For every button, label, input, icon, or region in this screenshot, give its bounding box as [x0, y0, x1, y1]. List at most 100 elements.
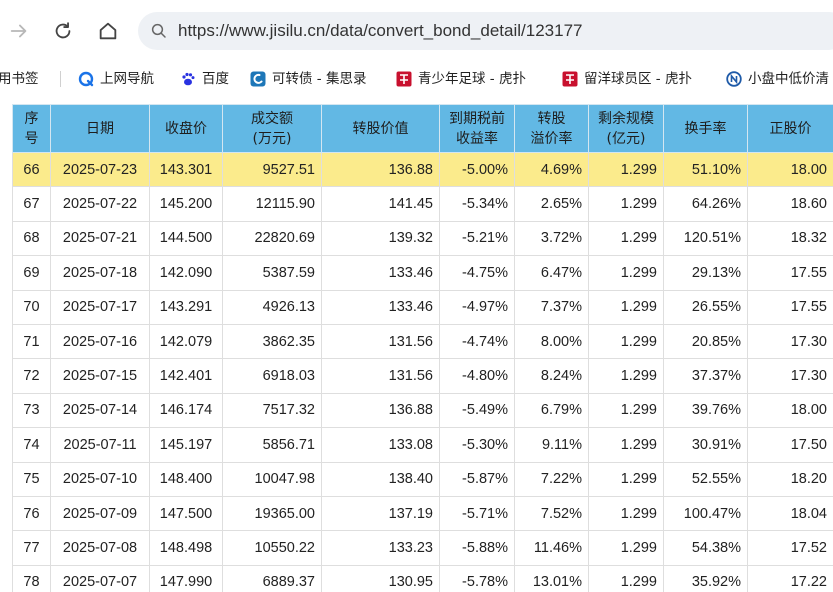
cell-conversion-value: 131.56 — [321, 358, 440, 394]
cell-conversion-value: 133.46 — [321, 255, 440, 291]
cell-turnover-rate: 35.92% — [663, 564, 748, 592]
header-col-conversion-value[interactable]: 转股价值 — [321, 104, 440, 153]
cell-ytm-pretax: -5.30% — [439, 427, 515, 463]
header-label: 收盘价 — [165, 120, 207, 137]
header-label: 到期税前 — [449, 110, 505, 127]
table-row[interactable]: 66 2025-07-23 143.301 9527.51 136.88 -5.00% 4.… — [12, 151, 833, 188]
cell-turnover-amount: 7517.32 — [222, 392, 322, 429]
bookmark-item[interactable]: 百度 — [180, 62, 229, 96]
cell-conversion-value: 141.45 — [321, 186, 440, 222]
bookmark-item[interactable]: 可转债 - 集思录 — [250, 62, 366, 96]
cell-stock-price: 17.50 — [747, 427, 833, 463]
cell-turnover-amount: 19365.00 — [222, 495, 322, 532]
forward-button[interactable] — [4, 16, 34, 46]
header-col-remaining-size[interactable]: 剩余规模 (亿元) — [588, 104, 664, 153]
header-col-stock-price[interactable]: 正股价 — [747, 104, 833, 153]
table-row[interactable]: 72 2025-07-15 142.401 6918.03 131.56 -4.80% 8.… — [12, 358, 833, 394]
cell-remaining-size: 1.299 — [588, 427, 664, 463]
bookmark-label: 可转债 - 集思录 — [272, 71, 367, 87]
cell-close-price: 142.401 — [149, 358, 223, 394]
header-label: 正股价 — [769, 120, 812, 137]
header-col-turnover-amount[interactable]: 成交额 (万元) — [222, 104, 322, 153]
header-col-date[interactable]: 日期 — [50, 104, 150, 153]
bookmark-item[interactable]: 上网导航 — [78, 62, 154, 96]
cell-stock-price: 17.55 — [747, 255, 833, 291]
cell-turnover-amount: 12115.90 — [222, 186, 322, 222]
cell-remaining-size: 1.299 — [588, 255, 664, 291]
address-bar[interactable]: https://www.jisilu.cn/data/convert_bond_… — [138, 12, 833, 50]
table-row[interactable]: 68 2025-07-21 144.500 22820.69 139.32 -5.21% 3… — [12, 220, 833, 257]
cell-turnover-rate: 54.38% — [663, 530, 748, 566]
table-row[interactable]: 67 2025-07-22 145.200 12115.90 141.45 -5.34% 2… — [12, 186, 833, 222]
home-button[interactable] — [93, 16, 123, 46]
cell-index: 71 — [12, 323, 51, 360]
table-row[interactable]: 69 2025-07-18 142.090 5387.59 133.46 -4.75% 6.… — [12, 255, 833, 291]
cell-ytm-pretax: -4.75% — [439, 255, 515, 291]
cell-conversion-value: 138.40 — [321, 461, 440, 497]
bookmark-item[interactable]: 小盘中低价清 — [726, 62, 829, 96]
home-icon — [99, 22, 117, 40]
header-col-index[interactable]: 序号 — [12, 104, 51, 153]
table-row[interactable]: 78 2025-07-07 147.990 6889.37 130.95 -5.78% 13… — [12, 564, 833, 592]
cell-index: 68 — [12, 220, 51, 257]
cell-stock-price: 17.52 — [747, 530, 833, 566]
browser-toolbar: https://www.jisilu.cn/data/convert_bond_… — [0, 0, 833, 62]
cell-close-price: 144.500 — [149, 220, 223, 257]
header-label: 转股价值 — [352, 120, 409, 137]
table-row[interactable]: 70 2025-07-17 143.291 4926.13 133.46 -4.97% 7.… — [12, 289, 833, 325]
cell-turnover-amount: 5856.71 — [222, 427, 322, 463]
cell-close-price: 145.200 — [149, 186, 223, 222]
cell-ytm-pretax: -4.74% — [439, 323, 515, 360]
cell-date: 2025-07-08 — [50, 530, 150, 566]
header-col-turnover-rate[interactable]: 换手率 — [663, 104, 748, 153]
table-row[interactable]: 74 2025-07-11 145.197 5856.71 133.08 -5.30% 9.… — [12, 427, 833, 463]
cell-turnover-amount: 6889.37 — [222, 564, 322, 592]
table-row[interactable]: 75 2025-07-10 148.400 10047.98 138.40 -5.87% 7… — [12, 461, 833, 497]
cell-stock-price: 18.32 — [747, 220, 833, 257]
cell-turnover-amount: 22820.69 — [222, 220, 322, 257]
cell-conversion-premium: 7.52% — [514, 495, 589, 532]
cell-turnover-rate: 30.91% — [663, 427, 748, 463]
cell-turnover-rate: 20.85% — [663, 323, 748, 360]
cell-conversion-premium: 4.69% — [514, 151, 589, 188]
cell-index: 77 — [12, 530, 51, 566]
cell-turnover-amount: 9527.51 — [222, 151, 322, 188]
bookmark-item[interactable]: 留洋球员区 - 虎扑 — [562, 62, 692, 96]
cell-index: 74 — [12, 427, 51, 463]
cell-turnover-rate: 26.55% — [663, 289, 748, 325]
header-col-ytm-pretax[interactable]: 到期税前 收益率 — [439, 104, 515, 153]
cell-conversion-premium: 7.22% — [514, 461, 589, 497]
search-icon — [151, 23, 166, 38]
cell-ytm-pretax: -5.00% — [439, 151, 515, 188]
cell-close-price: 142.090 — [149, 255, 223, 291]
bookmark-item[interactable]: 用书签 — [0, 62, 39, 96]
header-col-close-price[interactable]: 收盘价 — [149, 104, 223, 153]
bond-history-table-container[interactable]: 序号日期 收盘价 成交额 (万元) 转股价值 到期税前 收益率 转股 溢价率 剩余规模 (亿元) 换手… — [12, 104, 833, 592]
cell-index: 67 — [12, 186, 51, 222]
cell-conversion-value: 131.56 — [321, 323, 440, 360]
table-row[interactable]: 71 2025-07-16 142.079 3862.35 131.56 -4.74% 8.… — [12, 323, 833, 360]
cell-date: 2025-07-22 — [50, 186, 150, 222]
cell-conversion-premium: 8.00% — [514, 323, 589, 360]
reload-button[interactable] — [48, 16, 78, 46]
header-label: 序 — [24, 110, 39, 127]
cell-stock-price: 18.20 — [747, 461, 833, 497]
cell-remaining-size: 1.299 — [588, 358, 664, 394]
url-text[interactable]: https://www.jisilu.cn/data/convert_bond_… — [178, 12, 582, 50]
cell-conversion-premium: 6.47% — [514, 255, 589, 291]
table-row[interactable]: 77 2025-07-08 148.498 10550.22 133.23 -5.88% 1… — [12, 530, 833, 566]
bookmark-label: 青少年足球 - 虎扑 — [418, 71, 526, 87]
bookmark-item[interactable]: 青少年足球 - 虎扑 — [396, 62, 526, 96]
cell-conversion-value: 133.08 — [321, 427, 440, 463]
cell-stock-price: 17.30 — [747, 323, 833, 360]
cell-close-price: 145.197 — [149, 427, 223, 463]
cell-ytm-pretax: -5.71% — [439, 495, 515, 532]
header-label: 转股 — [537, 110, 566, 127]
header-col-conversion-premium[interactable]: 转股 溢价率 — [514, 104, 589, 153]
table-row[interactable]: 76 2025-07-09 147.500 19365.00 137.19 -5.71% 7… — [12, 495, 833, 532]
table-row[interactable]: 73 2025-07-14 146.174 7517.32 136.88 -5.49% 6.… — [12, 392, 833, 429]
cell-turnover-rate: 39.76% — [663, 392, 748, 429]
cell-turnover-rate: 51.10% — [663, 151, 748, 188]
cell-conversion-value: 136.88 — [321, 151, 440, 188]
cell-turnover-rate: 120.51% — [663, 220, 748, 257]
